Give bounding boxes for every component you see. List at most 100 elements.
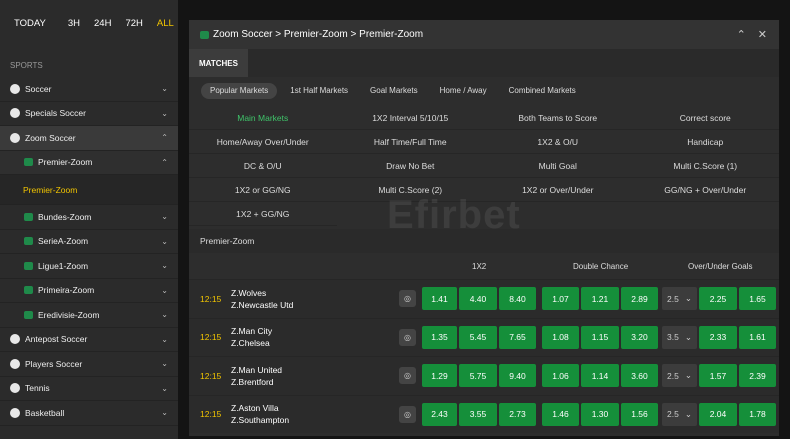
market-1x2-or-ggng[interactable]: 1X2 or GG/NG	[189, 178, 337, 202]
chevron-down-icon: ⌄	[684, 408, 692, 419]
odd-under[interactable]: 1.65	[739, 287, 776, 311]
sidebar-item-eredivisie-zoom[interactable]: Eredivisie-Zoom ⌄	[0, 303, 178, 328]
odd-x[interactable]: 3.55	[459, 402, 497, 426]
market-1x2-or-over-under[interactable]: 1X2 or Over/Under	[484, 178, 632, 202]
subtab-popular-markets[interactable]: Popular Markets	[201, 83, 278, 99]
odd-x2[interactable]: 3.60	[621, 364, 658, 388]
market-correct-score[interactable]: Correct score	[631, 106, 779, 130]
odd-12[interactable]: 1.14	[581, 364, 619, 388]
market-home-away-over-under[interactable]: Home/Away Over/Under	[189, 130, 337, 154]
sidebar-leaf-premier-zoom[interactable]: Premier-Zoom	[0, 175, 178, 205]
collapse-icon[interactable]: ⌃	[737, 28, 746, 41]
odd-x[interactable]: 5.75	[459, 364, 497, 388]
column-header-double-chance: Double Chance	[573, 261, 629, 271]
sidebar-item-soccer[interactable]: Soccer ⌄	[0, 77, 178, 102]
odd-x2[interactable]: 3.20	[621, 325, 658, 349]
odds-double-chance: 1.06 1.14 3.60	[542, 364, 660, 388]
subtab-combined-markets[interactable]: Combined Markets	[500, 83, 585, 99]
subtab-home-away[interactable]: Home / Away	[431, 83, 496, 99]
stats-icon[interactable]: ◎	[399, 367, 416, 385]
market-multi-cscore-1[interactable]: Multi C.Score (1)	[631, 154, 779, 178]
tennis-ball-icon	[10, 383, 20, 394]
market-ggng-over-under[interactable]: GG/NG + Over/Under	[631, 178, 779, 202]
sidebar-item-primeira-zoom[interactable]: Primeira-Zoom ⌄	[0, 278, 178, 303]
odd-over[interactable]: 2.04	[699, 402, 737, 426]
sidebar-item-players-soccer[interactable]: Players Soccer ⌄	[0, 352, 178, 377]
odds-column-headers: 1X2 Double Chance Over/Under Goals	[189, 253, 779, 279]
odd-under[interactable]: 2.39	[739, 364, 776, 388]
odd-12[interactable]: 1.21	[581, 287, 619, 311]
market-main-markets[interactable]: Main Markets	[189, 106, 337, 130]
odd-1x[interactable]: 1.08	[542, 325, 579, 349]
ou-line-select[interactable]: 2.5 ⌄	[662, 287, 697, 311]
sidebar-item-basketball[interactable]: Basketball ⌄	[0, 401, 178, 426]
odd-1x[interactable]: 1.07	[542, 287, 579, 311]
odd-1[interactable]: 1.41	[422, 287, 457, 311]
match-row[interactable]: 12:15 Z.Wolves Z.Newcastle Utd ◎ 1.41 4.…	[189, 279, 779, 318]
odd-12[interactable]: 1.30	[581, 402, 619, 426]
sidebar-item-zoom-soccer[interactable]: Zoom Soccer ⌃	[0, 126, 178, 151]
market-1x2-ggng[interactable]: 1X2 + GG/NG	[189, 202, 337, 226]
tab-strip: MATCHES	[189, 49, 779, 77]
market-both-teams-to-score[interactable]: Both Teams to Score	[484, 106, 632, 130]
sidebar-item-premier-zoom[interactable]: Premier-Zoom ⌃	[0, 150, 178, 175]
subtab-goal-markets[interactable]: Goal Markets	[361, 83, 427, 99]
odd-2[interactable]: 7.65	[499, 325, 536, 349]
close-icon[interactable]: ✕	[758, 28, 767, 41]
odd-over[interactable]: 2.33	[699, 325, 737, 349]
odd-2[interactable]: 9.40	[499, 364, 536, 388]
filter-today[interactable]: TODAY	[14, 18, 46, 29]
chevron-down-icon: ⌄	[161, 261, 168, 271]
sports-section-label: SPORTS	[10, 61, 43, 70]
odd-over[interactable]: 1.57	[699, 364, 737, 388]
match-row[interactable]: 12:15 Z.Man City Z.Chelsea ◎ 1.35 5.45 7…	[189, 317, 779, 356]
market-1x2-ou[interactable]: 1X2 & O/U	[484, 130, 632, 154]
subtab-1st-half-markets[interactable]: 1st Half Markets	[281, 83, 357, 99]
market-multi-goal[interactable]: Multi Goal	[484, 154, 632, 178]
filter-24h[interactable]: 24H	[94, 18, 111, 29]
ou-line-select[interactable]: 2.5 ⌄	[662, 364, 697, 388]
basketball-icon	[10, 407, 20, 418]
sidebar-item-antepost-soccer[interactable]: Antepost Soccer ⌄	[0, 328, 178, 352]
market-multi-cscore-2[interactable]: Multi C.Score (2)	[336, 178, 484, 202]
market-draw-no-bet[interactable]: Draw No Bet	[336, 154, 484, 178]
odd-1[interactable]: 2.43	[422, 402, 457, 426]
match-row[interactable]: 12:15 Z.Man United Z.Brentford ◎ 1.29 5.…	[189, 356, 779, 395]
stats-icon[interactable]: ◎	[399, 405, 416, 423]
odd-under[interactable]: 1.78	[739, 402, 776, 426]
odd-2[interactable]: 8.40	[499, 287, 536, 311]
sidebar-item-bundes-zoom[interactable]: Bundes-Zoom ⌄	[0, 205, 178, 230]
sidebar-item-specials-soccer[interactable]: Specials Soccer ⌄	[0, 102, 178, 126]
filter-all[interactable]: ALL	[157, 18, 174, 29]
odd-over[interactable]: 2.25	[699, 287, 737, 311]
odd-x[interactable]: 5.45	[459, 325, 497, 349]
market-1x2-interval[interactable]: 1X2 Interval 5/10/15	[336, 106, 484, 130]
sidebar-item-ligue1-zoom[interactable]: Ligue1-Zoom ⌄	[0, 254, 178, 279]
time-filter-bar: TODAY 3H 24H 72H ALL	[0, 0, 178, 46]
stats-icon[interactable]: ◎	[399, 290, 416, 308]
odd-x2[interactable]: 2.89	[621, 287, 658, 311]
stats-icon[interactable]: ◎	[399, 328, 416, 346]
filter-3h[interactable]: 3H	[68, 18, 80, 29]
market-dc-ou[interactable]: DC & O/U	[189, 154, 337, 178]
market-handicap[interactable]: Handicap	[631, 130, 779, 154]
odd-under[interactable]: 1.61	[739, 325, 776, 349]
odd-x[interactable]: 4.40	[459, 287, 497, 311]
odd-12[interactable]: 1.15	[581, 325, 619, 349]
chevron-down-icon: ⌄	[684, 293, 692, 304]
sidebar-item-tennis[interactable]: Tennis ⌄	[0, 377, 178, 401]
market-half-time-full-time[interactable]: Half Time/Full Time	[336, 130, 484, 154]
odd-1[interactable]: 1.35	[422, 325, 457, 349]
odd-1x[interactable]: 1.46	[542, 402, 579, 426]
odd-x2[interactable]: 1.56	[621, 402, 658, 426]
filter-72h[interactable]: 72H	[125, 18, 142, 29]
odd-2[interactable]: 2.73	[499, 402, 536, 426]
sidebar-item-seriea-zoom[interactable]: SerieA-Zoom ⌄	[0, 229, 178, 254]
tab-matches[interactable]: MATCHES	[189, 49, 248, 77]
odd-1x[interactable]: 1.06	[542, 364, 579, 388]
odd-1[interactable]: 1.29	[422, 364, 457, 388]
ou-line-select[interactable]: 3.5 ⌄	[662, 325, 697, 349]
ou-line-select[interactable]: 2.5 ⌄	[662, 402, 697, 426]
home-team: Z.Man United	[231, 364, 283, 375]
match-row[interactable]: 12:15 Z.Aston Villa Z.Southampton ◎ 2.43…	[189, 394, 779, 433]
